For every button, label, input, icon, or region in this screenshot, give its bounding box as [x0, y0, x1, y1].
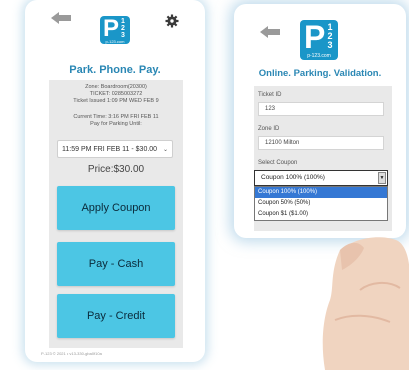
pay-for-line: Pay for Parking Until:: [90, 121, 142, 127]
dropdown-chevron-icon[interactable]: ▼: [378, 172, 386, 184]
dropdown-chevron-icon: ⌄: [162, 147, 168, 153]
hand-image: [322, 237, 409, 370]
p123-logo: P 1 2 3 p-123.com: [100, 16, 130, 44]
coupon-option[interactable]: Coupon 50% (50%): [255, 198, 387, 209]
parking-panel: Zone: Boardroom(20300) TICKET: 028500327…: [49, 80, 183, 348]
zone-id-label: Zone ID: [258, 126, 280, 132]
select-coupon-label: Select Coupon: [258, 160, 298, 166]
zone-line: Zone: Boardroom(20300): [85, 84, 147, 90]
footer-text: P-123 © 2021 • v13-330-gba0f10a: [41, 351, 102, 356]
pay-credit-button[interactable]: Pay - Credit: [57, 294, 175, 338]
ticket-id-label: Ticket ID: [258, 92, 282, 98]
tagline: Park. Phone. Pay.: [69, 64, 161, 76]
pay-cash-button[interactable]: Pay - Cash: [57, 242, 175, 286]
right-phone: P 1 2 3 p-123.com Online. Parking. Valid…: [234, 4, 406, 238]
tagline: Online. Parking. Validation.: [258, 68, 382, 79]
ticket-id-field[interactable]: 123: [258, 102, 384, 116]
ticket-line: TICKET: 0285003272: [89, 91, 143, 97]
coupon-select[interactable]: Coupon 100% (100%) ▼: [254, 170, 388, 186]
p123-logo: P 1 2 3 p-123.com: [300, 20, 338, 60]
left-phone: P 1 2 3 p-123.com Park. Phone. Pay. Zone…: [25, 0, 205, 362]
selected-time: 11:59 PM FRI FEB 11 - $30.00: [62, 146, 158, 153]
apply-coupon-button[interactable]: Apply Coupon: [57, 186, 175, 230]
parking-until-select[interactable]: 11:59 PM FRI FEB 11 - $30.00 ⌄: [57, 140, 173, 158]
current-time-line: Current Time: 3:16 PM FRI FEB 11: [73, 114, 159, 120]
zone-id-field[interactable]: 12100 Milton: [258, 136, 384, 150]
left-phone-screen: P 1 2 3 p-123.com Park. Phone. Pay. Zone…: [39, 6, 191, 358]
back-arrow-icon[interactable]: [260, 26, 280, 38]
issued-line: Ticket Issued 1:09 PM WED FEB 9: [73, 98, 159, 104]
back-arrow-icon[interactable]: [51, 12, 71, 24]
gear-icon[interactable]: [165, 14, 179, 28]
selected-coupon: Coupon 100% (100%): [261, 174, 325, 181]
coupon-option[interactable]: Coupon 100% (100%): [255, 187, 387, 198]
price-label: Price:$30.00: [87, 164, 145, 175]
